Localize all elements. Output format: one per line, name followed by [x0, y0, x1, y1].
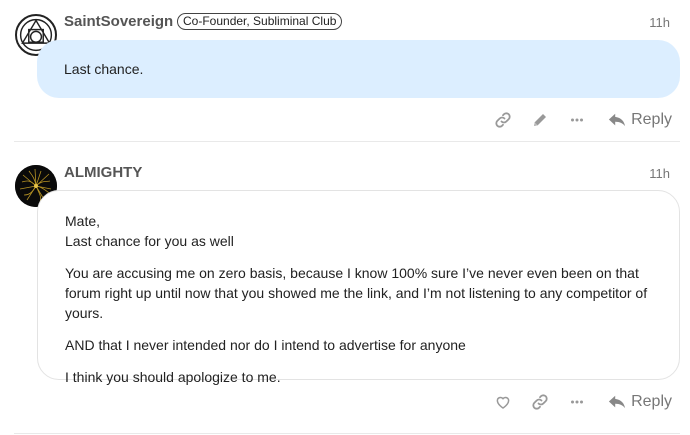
reply-label: Reply — [631, 393, 672, 410]
post: SaintSovereign Co-Founder, Subliminal Cl… — [0, 0, 690, 145]
username[interactable]: ALMIGHTY — [64, 164, 142, 181]
greeting-line: Mate, — [65, 213, 101, 229]
post-body: Mate, Last chance for you as well You ar… — [37, 190, 680, 385]
post-time[interactable]: 11h — [649, 166, 670, 181]
greeting: Mate, Last chance for you as well — [65, 211, 652, 251]
edit-button[interactable] — [527, 108, 553, 132]
post-text: Last chance. — [64, 61, 144, 77]
pencil-icon — [534, 114, 547, 126]
heart-icon — [496, 396, 510, 409]
reply-label: Reply — [631, 111, 672, 128]
like-button[interactable] — [490, 390, 516, 414]
post-divider — [14, 433, 680, 434]
reply-arrow-icon — [608, 395, 626, 409]
post-body: Last chance. — [37, 40, 680, 98]
more-options-button[interactable] — [564, 108, 590, 132]
post-actions: Reply — [479, 108, 672, 132]
link-icon — [532, 394, 548, 410]
reply-arrow-icon — [608, 113, 626, 127]
username[interactable]: SaintSovereign — [64, 13, 173, 30]
post-paragraph: AND that I never intended nor do I inten… — [65, 337, 466, 353]
user-title-badge: Co-Founder, Subliminal Club — [177, 13, 343, 30]
reply-button[interactable]: Reply — [608, 393, 672, 411]
ellipsis-icon — [571, 118, 584, 122]
ellipsis-icon — [571, 400, 584, 404]
copy-link-button[interactable] — [527, 390, 553, 414]
more-options-button[interactable] — [564, 390, 590, 414]
post-divider — [14, 141, 680, 142]
post-time[interactable]: 11h — [649, 15, 670, 30]
copy-link-button[interactable] — [490, 108, 516, 132]
reply-button[interactable]: Reply — [608, 111, 672, 129]
post-paragraph: I think you should apologize to me. — [65, 369, 281, 385]
post-paragraph: You are accusing me on zero basis, becau… — [65, 265, 648, 321]
link-icon — [495, 112, 511, 128]
greeting-line: Last chance for you as well — [65, 233, 234, 249]
post: ALMIGHTY 11h Mate, Last chance for you a… — [0, 145, 690, 435]
post-actions: Reply — [479, 390, 672, 414]
